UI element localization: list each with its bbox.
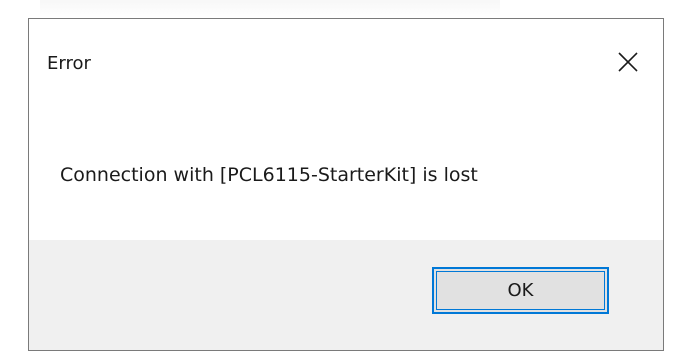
dialog-footer: OK [29,240,663,350]
dialog-titlebar[interactable]: Error [29,19,663,105]
dialog-content: Connection with [PCL6115-StarterKit] is … [29,105,663,240]
close-button[interactable] [593,33,663,91]
error-dialog: Error Connection with [PCL6115-StarterKi… [28,18,664,351]
ok-button-label: OK [507,280,534,301]
dialog-title: Error [47,53,91,74]
error-message: Connection with [PCL6115-StarterKit] is … [60,164,478,186]
ok-button[interactable]: OK [432,267,609,314]
close-icon [618,52,638,72]
background-window-edge [40,0,500,18]
